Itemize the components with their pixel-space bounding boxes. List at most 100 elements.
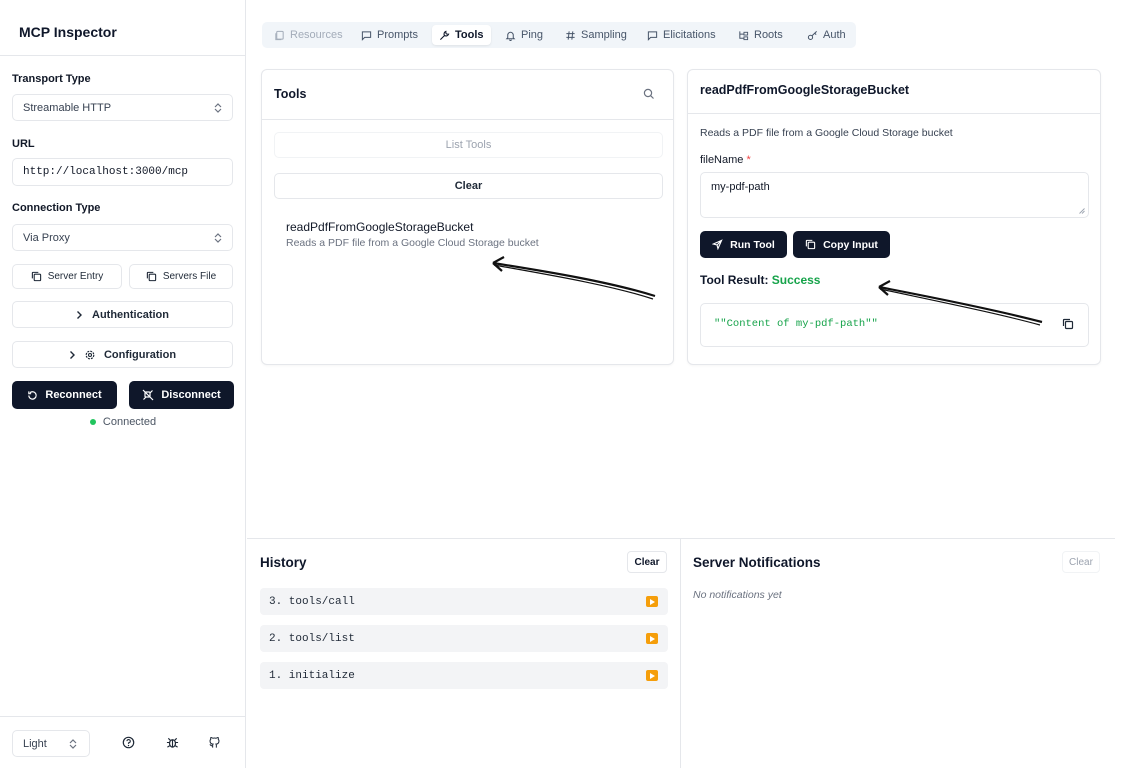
notifications-empty-text: No notifications yet	[693, 589, 782, 601]
divider	[680, 539, 681, 768]
help-icon[interactable]	[122, 736, 135, 749]
search-icon[interactable]	[643, 88, 655, 100]
copy-icon	[805, 239, 816, 250]
authentication-toggle[interactable]: Authentication	[12, 301, 233, 328]
tab-roots[interactable]: Roots	[731, 25, 790, 45]
run-tool-label: Run Tool	[730, 238, 775, 251]
theme-value: Light	[23, 737, 47, 750]
transport-type-value: Streamable HTTP	[23, 101, 112, 114]
copy-icon[interactable]	[1062, 318, 1074, 330]
filename-value: my-pdf-path	[711, 181, 770, 193]
tab-label: Tools	[455, 29, 484, 41]
tab-label: Auth	[823, 29, 846, 41]
unplug-icon	[142, 389, 154, 401]
field-label: fileName *	[700, 154, 751, 166]
url-label: URL	[12, 138, 35, 150]
tab-elicitations[interactable]: Elicitations	[640, 25, 723, 45]
clear-notifications-button[interactable]: Clear	[1062, 551, 1100, 573]
chevron-up-down-icon	[214, 103, 222, 113]
connection-type-select[interactable]: Via Proxy	[12, 224, 233, 251]
notifications-title: Server Notifications	[693, 555, 821, 570]
tab-tools[interactable]: Tools	[432, 25, 491, 45]
tool-result-status: Success	[771, 273, 821, 287]
clear-tools-button[interactable]: Clear	[274, 173, 663, 199]
divider	[0, 55, 246, 56]
tab-ping[interactable]: Ping	[498, 25, 550, 45]
tab-sampling[interactable]: Sampling	[558, 25, 634, 45]
chevron-right-icon	[69, 350, 75, 359]
bug-icon[interactable]	[166, 736, 179, 749]
filename-textarea[interactable]: my-pdf-path	[700, 172, 1089, 218]
url-input[interactable]: http://localhost:3000/mcp	[12, 158, 233, 186]
disconnect-button[interactable]: Disconnect	[129, 381, 234, 409]
github-icon[interactable]	[208, 736, 221, 749]
chevron-right-icon	[77, 310, 82, 319]
divider	[247, 538, 1115, 539]
key-icon	[807, 30, 817, 40]
reconnect-label: Reconnect	[45, 389, 102, 401]
tab-label: Ping	[521, 29, 544, 41]
tool-description: Reads a PDF file from a Google Cloud Sto…	[286, 237, 539, 249]
disconnect-label: Disconnect	[161, 389, 221, 401]
bell-icon	[505, 31, 516, 41]
copy-input-button[interactable]: Copy Input	[793, 231, 890, 258]
app-title: MCP Inspector	[19, 24, 117, 40]
tool-detail-panel: readPdfFromGoogleStorageBucket Reads a P…	[687, 69, 1101, 365]
servers-file-button[interactable]: Servers File	[129, 264, 233, 289]
clear-notifications-label: Clear	[1069, 556, 1093, 568]
history-item[interactable]: 2. tools/list	[260, 625, 668, 652]
theme-select[interactable]: Light	[12, 730, 90, 757]
servers-file-label: Servers File	[162, 271, 217, 282]
clear-history-label: Clear	[634, 556, 660, 568]
field-label-text: fileName	[700, 154, 744, 166]
configuration-label: Configuration	[103, 348, 177, 361]
tab-label: Resources	[290, 29, 343, 41]
status-dot-icon	[89, 419, 96, 425]
divider	[262, 119, 673, 120]
play-icon[interactable]	[646, 670, 658, 681]
transport-type-label: Transport Type	[12, 73, 91, 85]
tab-label: Sampling	[581, 29, 627, 41]
divider	[688, 113, 1100, 114]
history-item-label: 2. tools/list	[269, 632, 355, 645]
history-item-label: 3. tools/call	[269, 595, 355, 608]
tab-prompts[interactable]: Prompts	[354, 25, 425, 45]
divider	[0, 716, 246, 717]
tab-label: Roots	[754, 29, 783, 41]
list-tools-button[interactable]: List Tools	[274, 132, 663, 158]
transport-type-select[interactable]: Streamable HTTP	[12, 94, 233, 121]
run-tool-button[interactable]: Run Tool	[700, 231, 787, 258]
wrench-icon	[439, 30, 450, 40]
list-tools-label: List Tools	[445, 139, 492, 151]
tab-auth[interactable]: Auth	[800, 25, 853, 45]
required-marker: *	[746, 154, 751, 166]
server-entry-button[interactable]: Server Entry	[12, 264, 122, 289]
gear-icon	[85, 350, 95, 359]
copy-icon	[146, 271, 156, 282]
clear-tools-label: Clear	[454, 180, 483, 192]
tab-resources[interactable]: Resources	[267, 25, 350, 45]
history-item[interactable]: 1. initialize	[260, 662, 668, 689]
message-square-icon	[361, 30, 372, 41]
tool-result-heading: Tool Result: Success	[700, 273, 820, 287]
url-value: http://localhost:3000/mcp	[23, 166, 189, 178]
connection-type-label: Connection Type	[12, 202, 101, 214]
tool-list-item[interactable]: readPdfFromGoogleStorageBucket Reads a P…	[286, 220, 539, 249]
history-title: History	[260, 555, 307, 570]
tool-result-value: ""Content of my-pdf-path""	[714, 318, 878, 330]
tab-label: Elicitations	[663, 29, 716, 41]
tools-panel-title: Tools	[274, 87, 307, 101]
play-icon[interactable]	[646, 596, 658, 607]
history-item[interactable]: 3. tools/call	[260, 588, 668, 615]
clear-history-button[interactable]: Clear	[627, 551, 667, 573]
play-icon[interactable]	[646, 633, 658, 644]
copy-icon	[31, 271, 41, 282]
configuration-toggle[interactable]: Configuration	[12, 341, 233, 368]
connection-status-text: Connected	[102, 416, 157, 428]
history-item-label: 1. initialize	[269, 669, 355, 682]
resize-handle-icon[interactable]	[1079, 208, 1085, 214]
files-icon	[275, 30, 284, 40]
reconnect-button[interactable]: Reconnect	[12, 381, 117, 409]
tool-result-label: Tool Result:	[700, 273, 769, 287]
chevron-up-down-icon	[69, 739, 77, 749]
